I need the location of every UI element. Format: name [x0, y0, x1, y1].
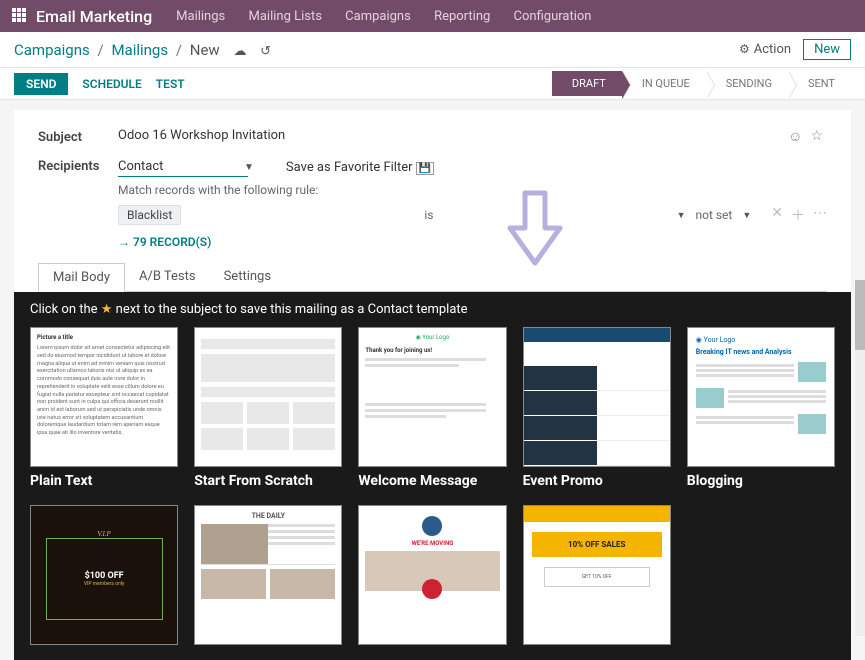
favorite-star-icon[interactable]: ☆	[810, 128, 823, 145]
template-name: Welcome Message	[358, 473, 506, 489]
form-area: ☺ ☆ Subject Recipients ▼ Save as Favorit…	[14, 110, 851, 292]
tab-settings[interactable]: Settings	[210, 263, 285, 291]
action-dropdown[interactable]: Action	[739, 42, 791, 57]
apps-grid-icon[interactable]	[12, 8, 28, 24]
match-rule-text: Match records with the following rule:	[118, 183, 827, 197]
template-name: Event Promo	[523, 473, 671, 489]
recipients-select[interactable]	[118, 157, 248, 177]
template-welcome-message[interactable]: ◉ Your Logo Thank you for joining us! We…	[358, 327, 506, 489]
breadcrumb-mailings[interactable]: Mailings	[111, 41, 168, 59]
template-vip[interactable]: V.I.P $100 OFF VIP members only	[30, 505, 178, 645]
stage-in-queue[interactable]: IN QUEUE	[622, 71, 706, 96]
send-button[interactable]: SEND	[14, 73, 68, 95]
filter-operator[interactable]: is	[191, 208, 666, 222]
statusbar: SEND SCHEDULE TEST DRAFT IN QUEUE SENDIN…	[0, 68, 865, 100]
schedule-button[interactable]: SCHEDULE	[82, 73, 141, 95]
tabs: Mail Body A/B Tests Settings	[38, 263, 827, 292]
filter-field-tag[interactable]: Blacklist	[118, 205, 181, 225]
subject-input[interactable]	[118, 128, 518, 143]
star-icon: ★	[101, 302, 113, 317]
template-plain-text[interactable]: Picture a title Lorem ipsum dolor sit am…	[30, 327, 178, 489]
menu-campaigns[interactable]: Campaigns	[345, 9, 411, 24]
stage-sending[interactable]: SENDING	[706, 71, 788, 96]
template-name: Plain Text	[30, 473, 178, 489]
save-icon: 💾	[416, 162, 434, 175]
vertical-scrollbar[interactable]	[855, 280, 865, 636]
chevron-down-icon[interactable]: ▼	[677, 210, 686, 221]
template-moving[interactable]: WE'RE MOVING	[358, 505, 506, 645]
records-link[interactable]: 79 RECORD(S)	[118, 235, 827, 249]
template-name: Blogging	[687, 473, 835, 489]
templates-panel: Click on the ★ next to the subject to sa…	[14, 292, 851, 660]
template-thumb: V.I.P $100 OFF VIP members only	[30, 505, 178, 645]
template-thumb: THE DAILY	[194, 505, 342, 645]
tab-ab-tests[interactable]: A/B Tests	[125, 263, 210, 291]
template-tip: Click on the ★ next to the subject to sa…	[30, 302, 835, 317]
discard-icon[interactable]: ↺	[260, 44, 271, 59]
template-daily[interactable]: THE DAILY	[194, 505, 342, 645]
template-thumb: Picture a title Lorem ipsum dolor sit am…	[30, 327, 178, 467]
more-rule-icon[interactable]: ⋯	[813, 205, 827, 225]
filter-row: Blacklist is ▼ not set ▼ ✕ ＋ ⋯	[118, 205, 827, 225]
template-event-promo[interactable]: Event Promo	[523, 327, 671, 489]
new-button[interactable]: New	[803, 39, 851, 60]
cloud-upload-icon[interactable]: ☁	[233, 44, 246, 59]
breadcrumb-campaigns[interactable]: Campaigns	[14, 41, 90, 59]
subject-label: Subject	[38, 128, 118, 145]
menu-configuration[interactable]: Configuration	[514, 9, 592, 24]
test-button[interactable]: TEST	[156, 73, 185, 95]
topbar: Email Marketing Mailings Mailing Lists C…	[0, 0, 865, 32]
template-discount[interactable]: 10% OFF SALES GET 10% OFF	[523, 505, 671, 645]
template-thumb: WE'RE MOVING	[358, 505, 506, 645]
template-blogging[interactable]: ◉ Your Logo Breaking IT news and Analysi…	[687, 327, 835, 489]
template-empty-slot	[687, 505, 835, 645]
menu-mailing-lists[interactable]: Mailing Lists	[248, 9, 321, 24]
breadcrumb: Campaigns / Mailings / New ☁ ↺	[14, 41, 271, 59]
template-thumb: 10% OFF SALES GET 10% OFF	[523, 505, 671, 645]
template-thumb	[194, 327, 342, 467]
delete-rule-icon[interactable]: ✕	[771, 205, 783, 225]
template-thumb: ◉ Your Logo Breaking IT news and Analysi…	[687, 327, 835, 467]
template-start-from-scratch[interactable]: Start From Scratch	[194, 327, 342, 489]
filter-value[interactable]: not set	[695, 208, 732, 222]
status-stages: DRAFT IN QUEUE SENDING SENT	[552, 71, 851, 96]
breadcrumb-bar: Campaigns / Mailings / New ☁ ↺ Action Ne…	[0, 32, 865, 68]
app-title: Email Marketing	[36, 7, 152, 26]
menu-reporting[interactable]: Reporting	[434, 9, 490, 24]
tab-mail-body[interactable]: Mail Body	[38, 263, 125, 292]
template-thumb: ◉ Your Logo Thank you for joining us!	[358, 327, 506, 467]
chevron-down-icon[interactable]: ▼	[244, 162, 254, 173]
recipients-label: Recipients	[38, 157, 118, 174]
breadcrumb-current: New	[190, 41, 220, 59]
save-favorite-filter[interactable]: Save as Favorite Filter💾	[286, 160, 434, 175]
menu-mailings[interactable]: Mailings	[176, 9, 225, 24]
stage-sent[interactable]: SENT	[788, 71, 851, 96]
topbar-menu: Mailings Mailing Lists Campaigns Reporti…	[176, 9, 611, 24]
add-rule-icon[interactable]: ＋	[791, 205, 805, 225]
template-name: Start From Scratch	[194, 473, 342, 489]
template-thumb	[523, 327, 671, 467]
stage-draft[interactable]: DRAFT	[552, 71, 622, 96]
emoji-icon[interactable]: ☺	[788, 128, 802, 145]
chevron-down-icon[interactable]: ▼	[742, 210, 751, 221]
